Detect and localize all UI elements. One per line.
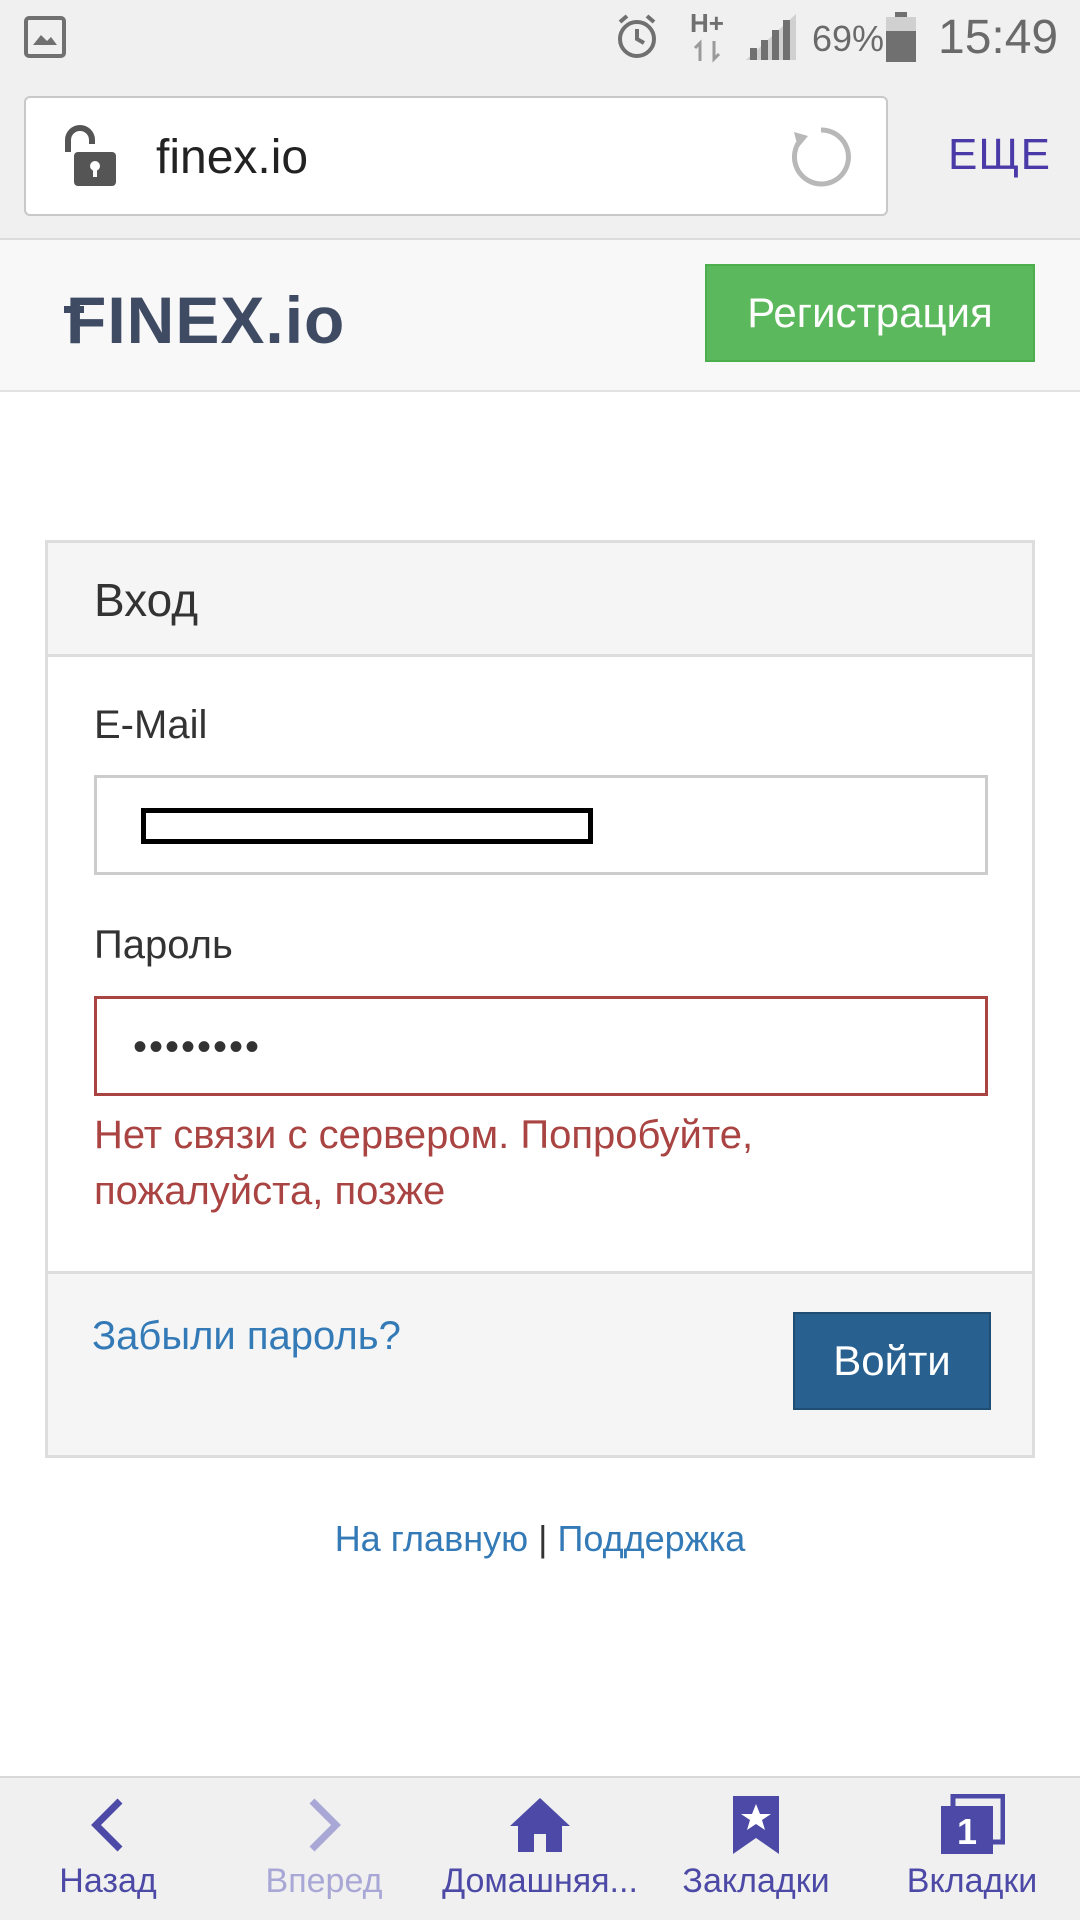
- nav-bookmarks-button[interactable]: Закладки: [648, 1778, 864, 1922]
- logo-plus-mark: [64, 306, 84, 313]
- nav-tabs-button[interactable]: 1 Вкладки: [864, 1778, 1080, 1922]
- network-type-label: H+: [690, 8, 724, 38]
- more-menu-button[interactable]: ЕЩЕ: [948, 130, 1051, 180]
- tabs-count-badge: 1: [957, 1811, 977, 1852]
- nav-home-button[interactable]: Домашняя...: [432, 1778, 648, 1922]
- error-message: Нет связи с сервером. Попробуйте, пожалу…: [94, 1113, 754, 1213]
- browser-bottom-nav: Назад Вперед Домашняя... Закладки 1 Вкла…: [0, 1776, 1080, 1920]
- logo-suffix: .io: [265, 283, 346, 357]
- login-button[interactable]: Войти: [793, 1312, 991, 1410]
- home-icon: [510, 1798, 570, 1852]
- panel-footer: Забыли пароль? Войти: [48, 1271, 1032, 1455]
- register-button[interactable]: Регистрация: [705, 264, 1035, 362]
- nav-label-back: Назад: [59, 1862, 157, 1900]
- address-bar[interactable]: finex.io: [24, 96, 888, 216]
- url-text: finex.io: [156, 131, 309, 184]
- panel-title: Вход: [94, 574, 199, 626]
- nav-label-tabs: Вкладки: [906, 1862, 1038, 1900]
- tabs-icon: 1: [941, 1794, 1005, 1854]
- data-arrows-icon: [693, 39, 721, 63]
- signal-icon: [746, 14, 796, 60]
- password-field[interactable]: ••••••••: [94, 996, 988, 1096]
- forgot-password-link[interactable]: Забыли пароль?: [92, 1314, 401, 1359]
- nav-label-home: Домашняя...: [442, 1862, 638, 1900]
- password-label: Пароль: [94, 923, 233, 967]
- panel-heading: Вход: [48, 543, 1032, 657]
- password-value: ••••••••: [133, 1025, 262, 1069]
- email-redaction-box: [141, 808, 593, 844]
- logo-text: FINEX: [66, 283, 266, 357]
- email-label: E-Mail: [94, 703, 208, 747]
- footer-links: На главную | Поддержка: [0, 1518, 1080, 1560]
- unlocked-icon: [65, 125, 116, 186]
- reload-icon[interactable]: [788, 124, 854, 190]
- nav-label-bookmarks: Закладки: [682, 1862, 830, 1900]
- nav-back-button[interactable]: Назад: [0, 1778, 216, 1922]
- forward-icon: [309, 1798, 341, 1852]
- bookmarks-icon: [733, 1796, 779, 1854]
- battery-percent: 69%: [812, 18, 885, 59]
- footer-separator: |: [538, 1518, 548, 1559]
- alarm-icon: [618, 14, 656, 58]
- nav-label-forward: Вперед: [265, 1862, 383, 1900]
- back-icon: [91, 1798, 123, 1852]
- clock: 15:49: [938, 11, 1059, 64]
- site-header: FINEX.io Регистрация: [0, 240, 1080, 392]
- nav-forward-button[interactable]: Вперед: [216, 1778, 432, 1922]
- email-field[interactable]: [94, 775, 988, 875]
- finex-logo[interactable]: FINEX.io: [64, 282, 346, 358]
- image-notification-icon: [24, 16, 66, 58]
- support-link[interactable]: Поддержка: [557, 1518, 745, 1559]
- browser-toolbar: finex.io ЕЩЕ: [0, 74, 1080, 240]
- home-link[interactable]: На главную: [335, 1518, 528, 1559]
- battery-icon: [886, 12, 916, 62]
- login-panel: Вход E-Mail Пароль •••••••• Нет связи с …: [45, 540, 1035, 1458]
- status-bar: H+ 69% 15:49: [0, 0, 1080, 74]
- network-type-icon: H+: [690, 8, 724, 68]
